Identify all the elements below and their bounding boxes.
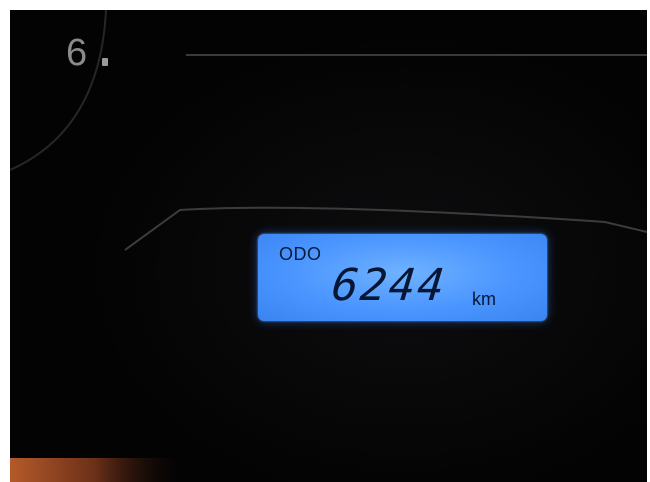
odometer-unit: km: [472, 289, 496, 309]
odometer-label: ODO: [279, 244, 322, 264]
gauge-number: 6: [66, 32, 88, 74]
warm-light-strip: [10, 458, 180, 482]
odometer-display: ODO 6244 km: [258, 234, 547, 321]
gauge-tick-mark: [102, 58, 108, 66]
dashboard-photo: 6 ODO 6244 km: [10, 10, 647, 482]
odometer-value: 6244: [329, 260, 449, 311]
photo-frame: 6 ODO 6244 km: [0, 0, 650, 482]
